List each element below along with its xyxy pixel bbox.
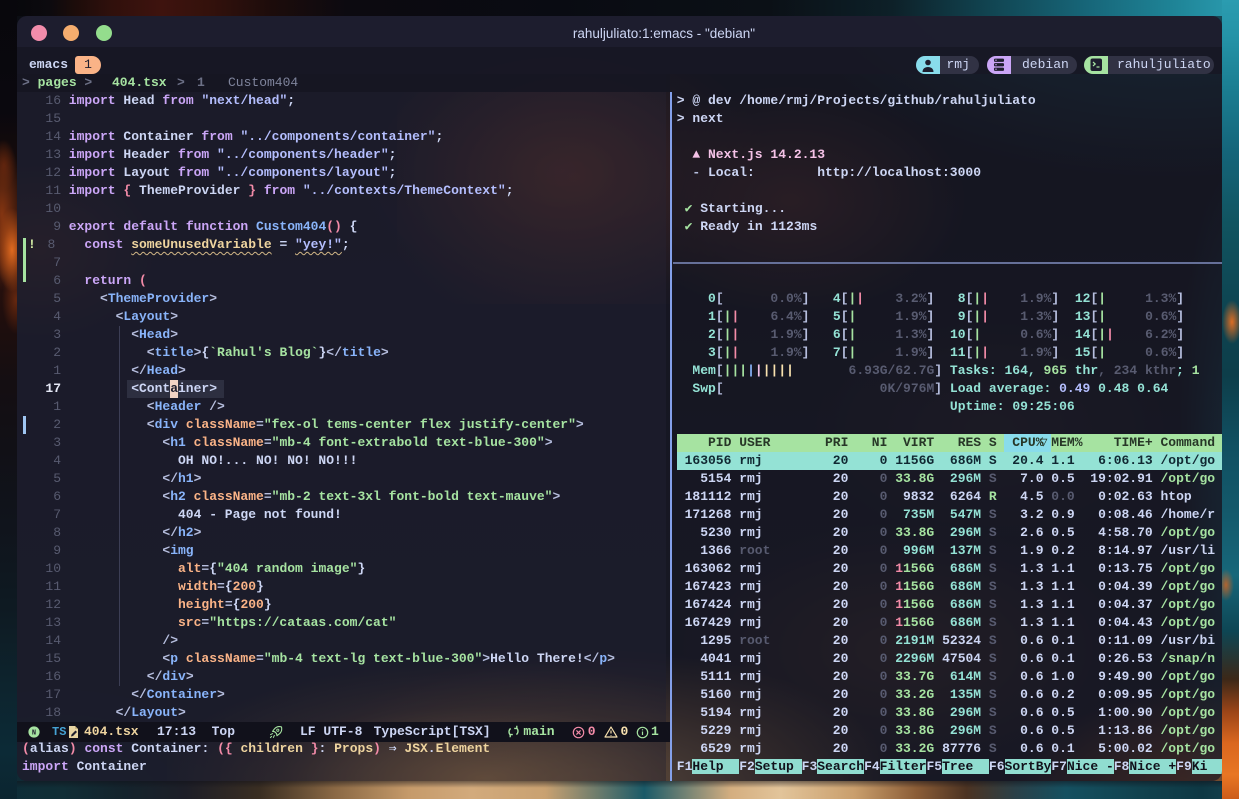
svg-text:N: N — [32, 730, 36, 738]
